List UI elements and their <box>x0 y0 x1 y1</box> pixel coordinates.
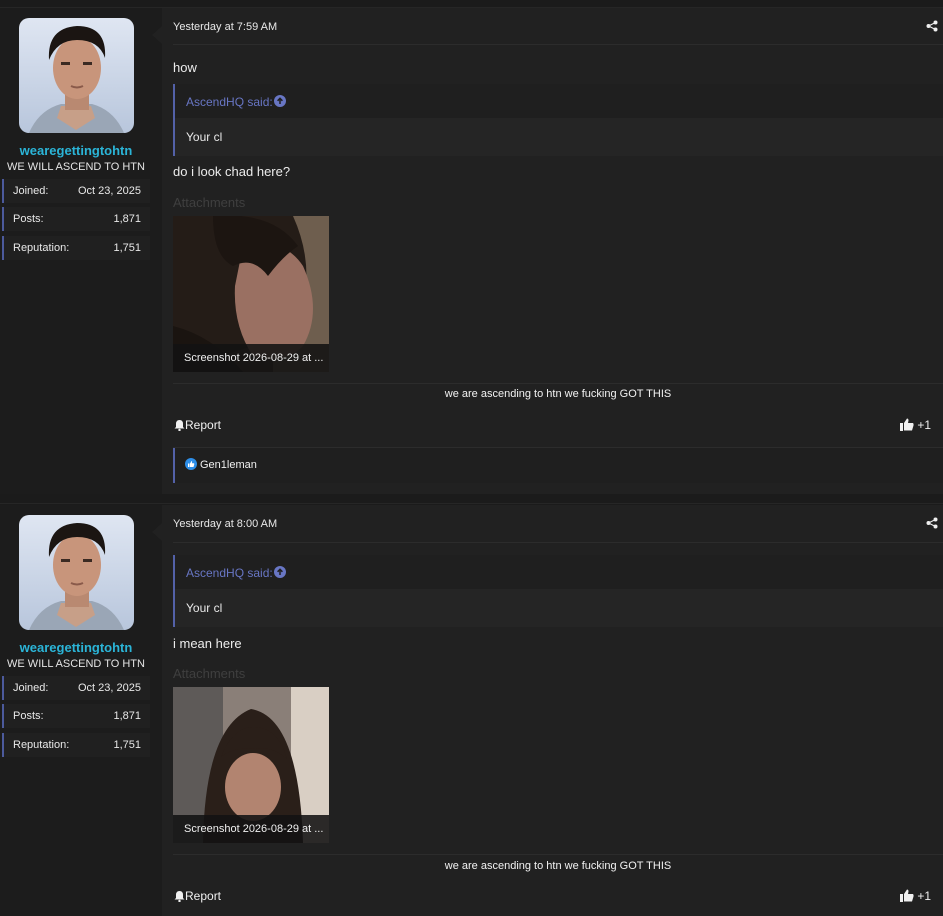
post: wearegettingtohtn WE WILL ASCEND TO HTN … <box>0 505 943 916</box>
attachments-label: Attachments <box>173 195 246 210</box>
avatar[interactable] <box>19 515 134 630</box>
stat-joined: Joined: Oct 23, 2025 <box>2 676 150 700</box>
stat-reputation: Reputation: 1,751 <box>2 733 150 757</box>
quote-header: AscendHQ said: <box>175 555 943 589</box>
stat-value: Oct 23, 2025 <box>78 185 141 197</box>
reaction-user[interactable]: Gen1leman <box>200 459 257 471</box>
stat-label: Reputation: <box>13 739 70 751</box>
message-pointer <box>152 523 162 541</box>
attachment-caption[interactable]: Screenshot 2026-08-29 at ... <box>173 815 329 843</box>
post-date[interactable]: Yesterday at 7:59 AM <box>173 21 277 33</box>
stat-label: Joined: <box>13 682 49 694</box>
post-text: do i look chad here? <box>173 164 291 179</box>
quote-body: Your cl <box>175 118 943 156</box>
share-icon[interactable] <box>926 20 938 32</box>
signature: we are ascending to htn we fucking GOT T… <box>444 388 672 400</box>
blockquote: AscendHQ said: Your cl <box>173 555 943 627</box>
quote-attribution[interactable]: AscendHQ said: <box>186 95 273 109</box>
like-count: +1 <box>917 418 931 432</box>
like-button[interactable]: +1 <box>899 418 931 432</box>
report-label: Report <box>185 889 222 903</box>
attachment-thumbnail[interactable]: Screenshot 2026-08-29 at ... <box>173 687 329 843</box>
reactions-bar: Gen1leman <box>173 448 943 483</box>
stat-joined: Joined: Oct 23, 2025 <box>2 179 150 203</box>
message-pointer <box>152 26 162 44</box>
attachment-caption[interactable]: Screenshot 2026-08-29 at ... <box>173 344 329 372</box>
stat-posts: Posts: 1,871 <box>2 207 150 231</box>
username[interactable]: wearegettingtohtn <box>0 143 152 158</box>
stat-value: Oct 23, 2025 <box>78 682 141 694</box>
divider <box>173 542 943 543</box>
share-icon[interactable] <box>926 517 938 529</box>
quote-body: Your cl <box>175 589 943 627</box>
message-panel: Yesterday at 8:00 AM AscendHQ said: Your… <box>162 505 943 916</box>
stat-label: Posts: <box>13 710 44 722</box>
stat-posts: Posts: 1,871 <box>2 704 150 728</box>
stat-reputation: Reputation: 1,751 <box>2 236 150 260</box>
like-button[interactable]: +1 <box>899 889 931 903</box>
post-text: i mean here <box>173 636 242 651</box>
divider <box>173 44 943 45</box>
arrow-up-circle-icon[interactable] <box>274 95 286 107</box>
stat-value: 1,871 <box>113 710 141 722</box>
user-title: WE WILL ASCEND TO HTN <box>7 161 145 173</box>
signature-divider <box>173 383 943 384</box>
stat-value: 1,751 <box>113 242 141 254</box>
message-panel: Yesterday at 7:59 AM how AscendHQ said: … <box>162 8 943 494</box>
post: wearegettingtohtn WE WILL ASCEND TO HTN … <box>0 8 943 494</box>
arrow-up-circle-icon[interactable] <box>274 566 286 578</box>
stat-label: Joined: <box>13 185 49 197</box>
report-button[interactable]: Report <box>174 889 221 903</box>
thumbs-up-icon <box>899 889 914 902</box>
stat-label: Posts: <box>13 213 44 225</box>
post-text: how <box>173 60 197 75</box>
bell-icon <box>174 891 185 903</box>
like-reaction-icon <box>185 458 197 470</box>
user-info-panel: wearegettingtohtn WE WILL ASCEND TO HTN … <box>0 8 162 494</box>
quote-header: AscendHQ said: <box>175 84 943 118</box>
like-count: +1 <box>917 889 931 903</box>
report-button[interactable]: Report <box>174 418 221 432</box>
attachment-thumbnail[interactable]: Screenshot 2026-08-29 at ... <box>173 216 329 372</box>
post-date[interactable]: Yesterday at 8:00 AM <box>173 518 277 530</box>
stat-value: 1,871 <box>113 213 141 225</box>
bell-icon <box>174 420 185 432</box>
stat-value: 1,751 <box>113 739 141 751</box>
quote-attribution[interactable]: AscendHQ said: <box>186 566 273 580</box>
thumbs-up-icon <box>899 418 914 431</box>
quote-text: Your cl <box>186 130 223 144</box>
blockquote: AscendHQ said: Your cl <box>173 84 943 156</box>
avatar[interactable] <box>19 18 134 133</box>
user-info-panel: wearegettingtohtn WE WILL ASCEND TO HTN … <box>0 505 162 916</box>
stat-label: Reputation: <box>13 242 70 254</box>
report-label: Report <box>185 418 222 432</box>
signature-divider <box>173 854 943 855</box>
attachments-label: Attachments <box>173 666 246 681</box>
signature: we are ascending to htn we fucking GOT T… <box>444 860 672 872</box>
username[interactable]: wearegettingtohtn <box>0 640 152 655</box>
quote-text: Your cl <box>186 601 223 615</box>
user-title: WE WILL ASCEND TO HTN <box>7 658 145 670</box>
